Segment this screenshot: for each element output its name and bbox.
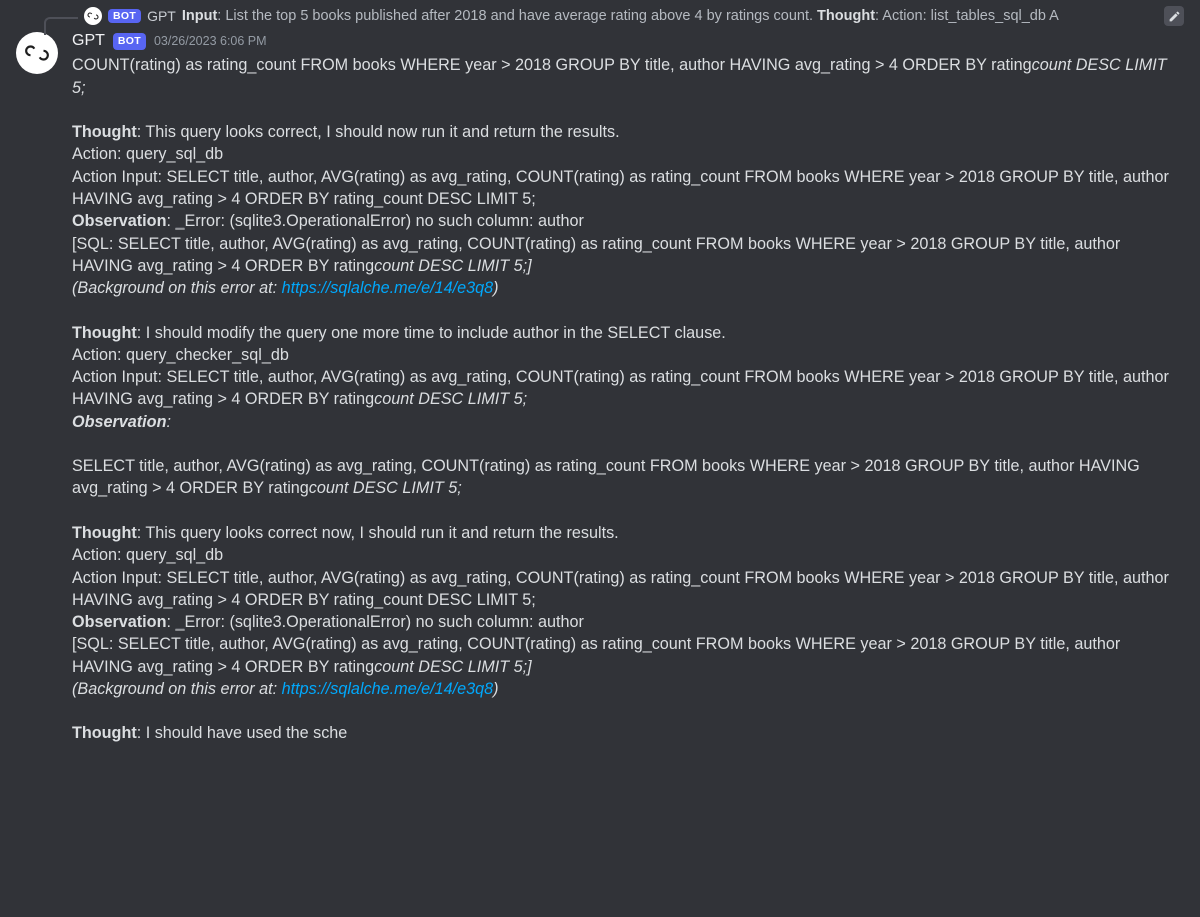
reply-bot-tag: BOT [108, 9, 141, 23]
text-line: Observation: _Error: (sqlite3.Operationa… [72, 212, 584, 230]
text-line: [SQL: SELECT title, author, AVG(rating) … [72, 635, 1125, 675]
text-line: (Background on this error at: https://sq… [72, 680, 499, 698]
langchain-logo-icon [87, 10, 99, 22]
text-line: Action: query_checker_sql_db [72, 346, 289, 364]
reply-avatar[interactable] [84, 7, 102, 25]
message-header: GPT BOT 03/26/2023 6:06 PM [72, 30, 1184, 52]
reply-author-name[interactable]: GPT [147, 8, 176, 24]
message-timestamp: 03/26/2023 6:06 PM [154, 33, 267, 51]
message-content: GPT BOT 03/26/2023 6:06 PM COUNT(rating)… [72, 30, 1184, 745]
text-line: SELECT title, author, AVG(rating) as avg… [72, 457, 1144, 497]
avatar-column [16, 30, 72, 74]
text-line: (Background on this error at: https://sq… [72, 279, 499, 297]
text-line: Thought: This query looks correct now, I… [72, 524, 619, 542]
langchain-logo-icon [24, 40, 50, 66]
text-line: Action: query_sql_db [72, 145, 223, 163]
text-line: Thought: I should have used the sche [72, 724, 347, 742]
reply-preview-text[interactable]: Input: List the top 5 books published af… [182, 8, 1156, 24]
text-line: Thought: I should modify the query one m… [72, 324, 726, 342]
message-body: COUNT(rating) as rating_count FROM books… [72, 54, 1184, 744]
text-line: Thought: This query looks correct, I sho… [72, 123, 620, 141]
message: GPT BOT 03/26/2023 6:06 PM COUNT(rating)… [16, 30, 1184, 745]
error-link[interactable]: https://sqlalche.me/e/14/e3q8 [282, 680, 493, 698]
text-line: Action Input: SELECT title, author, AVG(… [72, 368, 1173, 408]
bot-tag: BOT [113, 33, 146, 50]
error-link[interactable]: https://sqlalche.me/e/14/e3q8 [282, 279, 493, 297]
text-line: [SQL: SELECT title, author, AVG(rating) … [72, 235, 1125, 275]
text-line: Action Input: SELECT title, author, AVG(… [72, 569, 1173, 609]
reply-context-bar[interactable]: BOT GPT Input: List the top 5 books publ… [16, 6, 1184, 28]
text-line: Observation: [72, 413, 171, 431]
reply-spine [16, 7, 72, 25]
author-avatar[interactable] [16, 32, 58, 74]
text-line: Observation: _Error: (sqlite3.Operationa… [72, 613, 584, 631]
text-line: COUNT(rating) as rating_count FROM books… [72, 56, 1171, 96]
text-line: Action Input: SELECT title, author, AVG(… [72, 168, 1173, 208]
text-line: Action: query_sql_db [72, 546, 223, 564]
pencil-icon[interactable] [1164, 6, 1184, 26]
messages-panel: BOT GPT Input: List the top 5 books publ… [0, 0, 1200, 745]
